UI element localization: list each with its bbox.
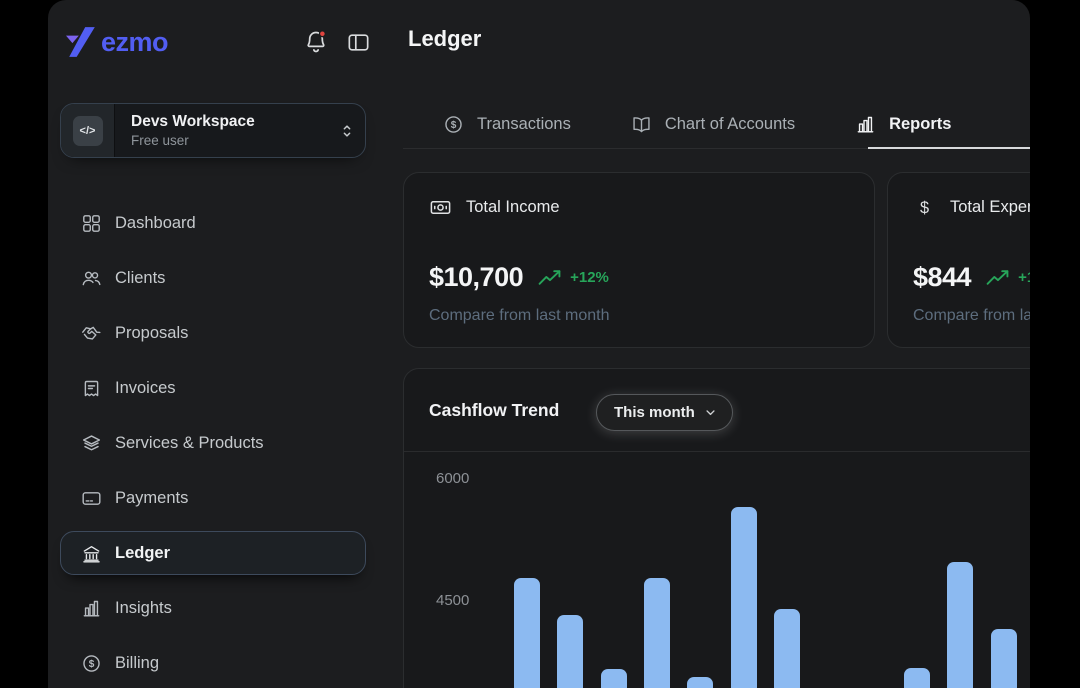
stat-value-row: $10,700 +12% [429, 262, 609, 293]
logo-wordmark: ezmo [101, 27, 168, 58]
sidebar-item-dashboard[interactable]: Dashboard [60, 201, 366, 245]
sidebar-item-services-products[interactable]: Services & Products [60, 421, 366, 465]
tab-label: Reports [889, 115, 951, 134]
page-title: Ledger [408, 26, 481, 52]
svg-text:$: $ [89, 659, 95, 670]
tab-chart-of-accounts[interactable]: Chart of Accounts [631, 100, 795, 148]
sidebar-item-label: Ledger [115, 544, 170, 563]
stat-cards-row: Total Income $10,700 +12% Compare from last… [403, 172, 1030, 348]
sidebar-item-label: Invoices [115, 379, 176, 398]
sidebar-item-label: Dashboard [115, 214, 196, 233]
cashflow-bar[interactable] [601, 669, 627, 688]
tab-label: Transactions [477, 115, 571, 134]
dollar-circle-icon: $ [81, 653, 102, 674]
tab-transactions[interactable]: $ Transactions [443, 100, 571, 148]
workspace-text: Devs Workspace Free user [115, 104, 329, 157]
sidebar-nav: Dashboard Clients Proposals Invoices Service… [60, 201, 366, 685]
sidebar-item-label: Proposals [115, 324, 188, 343]
tab-bar: $ Transactions Chart of Accounts Reports [403, 100, 1030, 149]
dollar-sign-icon: $ [913, 196, 936, 219]
dashboard-grid-icon [81, 213, 102, 234]
cashflow-bar-chart: 6000 4500 [404, 451, 1030, 688]
cashflow-bar[interactable] [731, 507, 757, 688]
trend-up-icon [986, 269, 1009, 286]
stat-card-header: $ Total Expense [913, 196, 1030, 219]
workspace-plan: Free user [131, 133, 329, 148]
cashflow-card: Cashflow Trend This month 6000 4500 [403, 368, 1030, 688]
cashflow-bar[interactable] [991, 629, 1017, 688]
sidebar-item-billing[interactable]: $ Billing [60, 641, 366, 685]
sidebar-item-label: Insights [115, 599, 172, 618]
stat-change-badge: +1% [1018, 269, 1030, 286]
tab-label: Chart of Accounts [665, 115, 795, 134]
sidebar-item-label: Services & Products [115, 434, 264, 453]
sidebar-item-label: Billing [115, 654, 159, 673]
y-axis-tick: 4500 [436, 592, 469, 609]
workspace-icon-section: </> [61, 104, 115, 157]
clients-icon [81, 268, 102, 289]
cashflow-bar[interactable] [644, 578, 670, 688]
stat-compare-text: Compare from last month [913, 307, 1030, 325]
sidebar-item-invoices[interactable]: Invoices [60, 366, 366, 410]
svg-text:$: $ [451, 120, 457, 131]
cashflow-title: Cashflow Trend [429, 400, 559, 421]
sidebar-item-payments[interactable]: Payments [60, 476, 366, 520]
handshake-icon [81, 323, 102, 344]
trend-up-icon [538, 269, 561, 286]
panel-toggle-icon[interactable] [344, 28, 372, 56]
cashflow-period-dropdown[interactable]: This month [596, 394, 733, 431]
sidebar-item-label: Payments [115, 489, 188, 508]
cashflow-bar[interactable] [904, 668, 930, 688]
cashflow-period-label: This month [614, 404, 695, 421]
stat-compare-text: Compare from last month [429, 307, 610, 325]
workspace-selector[interactable]: </> Devs Workspace Free user [60, 103, 366, 158]
sidebar-item-insights[interactable]: Insights [60, 586, 366, 630]
stat-card-total-income: Total Income $10,700 +12% Compare from last… [403, 172, 875, 348]
sidebar-item-clients[interactable]: Clients [60, 256, 366, 300]
bell-icon[interactable] [302, 28, 330, 56]
ezmo-logo-icon [65, 26, 99, 58]
tab-reports[interactable]: Reports [855, 100, 951, 148]
desktop-background: ezmo </> Devs Workspace Free user [0, 0, 1080, 688]
ezmo-logo: ezmo [65, 24, 168, 60]
stat-card-header: Total Income [429, 196, 560, 219]
bar-chart-icon [81, 598, 102, 619]
chevron-updown-icon [329, 104, 365, 157]
sidebar-item-label: Clients [115, 269, 165, 288]
cashflow-bar[interactable] [947, 562, 973, 688]
code-icon: </> [73, 116, 103, 146]
cashflow-bar[interactable] [557, 615, 583, 688]
stat-card-title: Total Expense [950, 198, 1030, 217]
sidebar-item-ledger[interactable]: Ledger [60, 531, 366, 575]
stat-change-badge: +12% [570, 269, 609, 286]
banknote-icon [429, 196, 452, 219]
cashflow-bar[interactable] [514, 578, 540, 688]
stat-value-row: $844 +1% [913, 262, 1030, 293]
svg-text:$: $ [920, 199, 929, 217]
app-window: ezmo </> Devs Workspace Free user [48, 0, 1030, 688]
active-tab-underline [868, 147, 1030, 149]
chevron-down-icon [703, 405, 718, 420]
sidebar-item-proposals[interactable]: Proposals [60, 311, 366, 355]
invoice-icon [81, 378, 102, 399]
credit-card-icon [81, 488, 102, 509]
stat-value: $10,700 [429, 262, 523, 293]
bar-chart-icon [855, 114, 876, 135]
layers-icon [81, 433, 102, 454]
stat-card-title: Total Income [466, 198, 560, 217]
bank-icon [81, 543, 102, 564]
stat-value: $844 [913, 262, 971, 293]
open-book-icon [631, 114, 652, 135]
dollar-circle-icon: $ [443, 114, 464, 135]
cashflow-bar[interactable] [774, 609, 800, 688]
y-axis-tick: 6000 [436, 470, 469, 487]
workspace-name: Devs Workspace [131, 113, 329, 131]
stat-card-total-expense: $ Total Expense $844 +1% Compare from last m… [887, 172, 1030, 348]
cashflow-bar[interactable] [687, 677, 713, 688]
